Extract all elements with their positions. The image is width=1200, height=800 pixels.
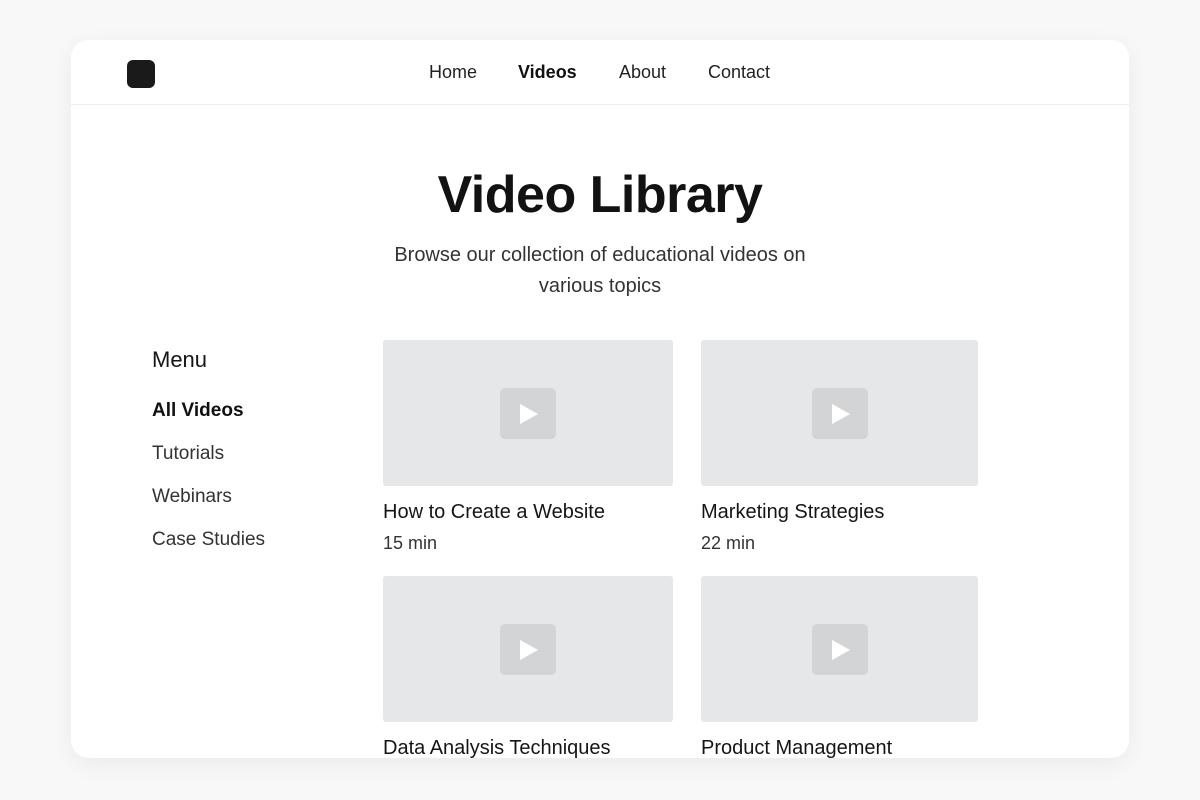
video-card[interactable]: How to Create a Website 15 min <box>383 340 673 554</box>
sidebar-item-webinars[interactable]: Webinars <box>152 486 352 529</box>
play-button[interactable] <box>500 388 556 439</box>
video-card[interactable]: Product Management <box>701 576 978 758</box>
video-card[interactable]: Marketing Strategies 22 min <box>701 340 978 554</box>
play-icon <box>520 404 538 424</box>
video-title[interactable]: Product Management <box>701 737 978 758</box>
nav-videos[interactable]: Videos <box>518 62 577 83</box>
play-button[interactable] <box>811 624 868 675</box>
play-icon <box>831 640 850 660</box>
nav-home[interactable]: Home <box>429 62 477 83</box>
video-thumbnail[interactable] <box>383 340 673 486</box>
video-title[interactable]: Marketing Strategies <box>701 501 978 524</box>
sidebar-item-all-videos[interactable]: All Videos <box>152 400 352 443</box>
video-thumbnail[interactable] <box>383 576 673 722</box>
video-title[interactable]: Data Analysis Techniques <box>383 737 673 758</box>
video-title[interactable]: How to Create a Website <box>383 501 673 524</box>
video-duration: 22 min <box>701 533 756 553</box>
video-thumbnail[interactable] <box>701 340 978 486</box>
nav-about[interactable]: About <box>619 62 666 83</box>
page-title: Video Library <box>437 166 763 224</box>
sidebar-item-tutorials[interactable]: Tutorials <box>152 443 352 486</box>
top-navigation-bar: Home Videos About Contact <box>71 40 1129 105</box>
main-nav: Home Videos About Contact <box>71 40 1129 104</box>
video-card[interactable]: Data Analysis Techniques <box>383 576 673 758</box>
play-icon <box>831 404 850 424</box>
sidebar-menu: All Videos Tutorials Webinars Case Studi… <box>152 400 352 572</box>
sidebar-menu-title: Menu <box>152 347 208 372</box>
video-duration: 15 min <box>383 533 438 553</box>
play-icon <box>520 640 538 660</box>
play-button[interactable] <box>500 624 556 675</box>
play-button[interactable] <box>811 388 868 439</box>
sidebar-item-case-studies[interactable]: Case Studies <box>152 529 352 572</box>
video-thumbnail[interactable] <box>701 576 978 722</box>
app-window: Home Videos About Contact Video Library … <box>71 40 1129 758</box>
nav-contact[interactable]: Contact <box>708 62 770 83</box>
page-subtitle: Browse our collection of educational vid… <box>394 244 806 297</box>
